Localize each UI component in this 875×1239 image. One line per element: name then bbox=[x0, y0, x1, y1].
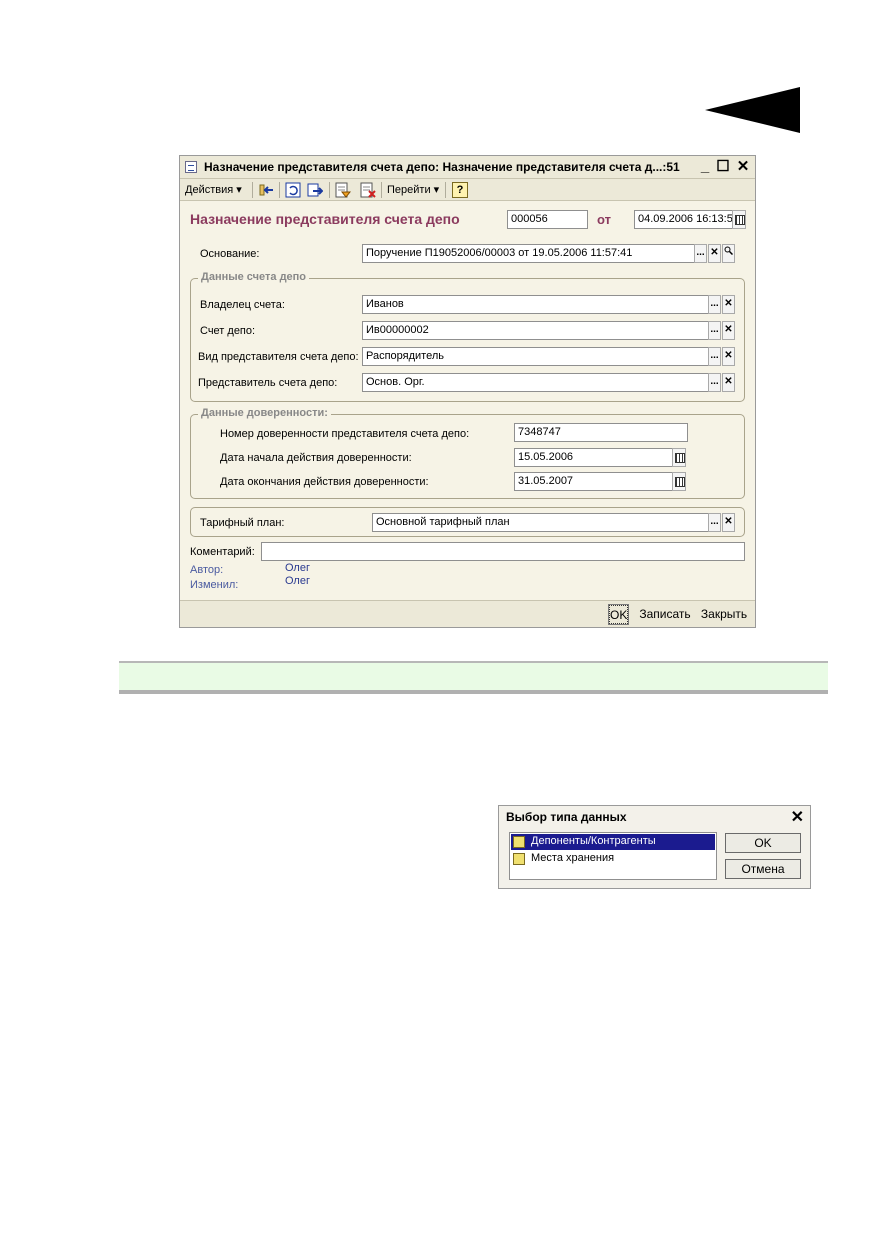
comment-field[interactable] bbox=[261, 542, 745, 561]
toolbar: Действия ▾ Перейти ▾ ? bbox=[180, 179, 755, 201]
rep-type-clear-button[interactable]: ✕ bbox=[722, 347, 735, 366]
account-field[interactable]: Ив00000002 bbox=[362, 321, 709, 340]
comment-label: Коментарий: bbox=[190, 546, 255, 558]
calendar-icon[interactable] bbox=[672, 448, 686, 467]
window-title: Назначение представителя счета депо: Наз… bbox=[204, 160, 680, 174]
rep-label: Представитель счета депо: bbox=[198, 377, 338, 389]
document-date-field[interactable]: 04.09.2006 16:13:5 bbox=[634, 210, 733, 229]
separator-bar bbox=[119, 661, 828, 694]
basis-field[interactable]: Поручение П19052006/00003 от 19.05.2006 … bbox=[362, 244, 695, 263]
account-label: Счет депо: bbox=[200, 325, 256, 337]
toolbar-separator bbox=[381, 182, 382, 198]
calendar-icon[interactable] bbox=[672, 472, 686, 491]
type-dialog-title: Выбор типа данных bbox=[506, 810, 627, 824]
rep-type-label: Вид представителя счета депо: bbox=[198, 351, 359, 363]
rep-clear-button[interactable]: ✕ bbox=[722, 373, 735, 392]
account-clear-button[interactable]: ✕ bbox=[722, 321, 735, 340]
close-button[interactable]: ✕ bbox=[734, 158, 752, 176]
date-from-label: от bbox=[597, 212, 611, 227]
list-item-label: Места хранения bbox=[531, 852, 615, 864]
document-number-field[interactable]: 000056 bbox=[507, 210, 588, 229]
magnifier-icon bbox=[724, 246, 734, 256]
catalog-icon bbox=[513, 836, 525, 848]
rep-select-button[interactable]: ... bbox=[708, 373, 721, 392]
tariff-select-button[interactable]: ... bbox=[708, 513, 721, 532]
go-to-icon[interactable] bbox=[307, 182, 323, 198]
list-item[interactable]: Депоненты/Контрагенты bbox=[511, 834, 715, 850]
changed-value: Олег bbox=[285, 575, 310, 587]
poa-end-field[interactable]: 31.05.2007 bbox=[514, 472, 673, 491]
unpost-document-icon[interactable] bbox=[360, 182, 376, 198]
basis-select-button[interactable]: ... bbox=[694, 244, 707, 263]
document-heading: Назначение представителя счета депо bbox=[190, 211, 460, 227]
poa-start-label: Дата начала действия доверенности: bbox=[220, 452, 412, 464]
account-select-button[interactable]: ... bbox=[708, 321, 721, 340]
save-button[interactable]: Записать bbox=[639, 605, 691, 624]
pointer-arrow-icon bbox=[705, 87, 800, 133]
type-selection-dialog: Выбор типа данных ✕ Депоненты/Контрагент… bbox=[498, 805, 811, 889]
type-ok-button[interactable]: OK bbox=[725, 833, 801, 853]
owner-select-button[interactable]: ... bbox=[708, 295, 721, 314]
calendar-icon[interactable] bbox=[732, 210, 746, 229]
toolbar-separator bbox=[329, 182, 330, 198]
poa-start-field[interactable]: 15.05.2006 bbox=[514, 448, 673, 467]
window-titlebar: Назначение представителя счета депо: Наз… bbox=[180, 156, 755, 179]
tariff-field[interactable]: Основной тарифный план bbox=[372, 513, 709, 532]
close-form-button[interactable]: Закрыть bbox=[700, 605, 748, 624]
poa-end-label: Дата окончания действия доверенности: bbox=[220, 476, 429, 488]
post-document-icon[interactable] bbox=[335, 182, 351, 198]
refresh-icon[interactable] bbox=[285, 182, 301, 198]
document-window: Назначение представителя счета депо: Наз… bbox=[179, 155, 756, 628]
catalog-icon bbox=[513, 853, 525, 865]
owner-clear-button[interactable]: ✕ bbox=[722, 295, 735, 314]
list-item-label: Депоненты/Контрагенты bbox=[531, 835, 656, 847]
poa-group-title: Данные доверенности: bbox=[198, 407, 331, 419]
ok-button[interactable]: OK bbox=[608, 604, 629, 625]
depo-account-group-title: Данные счета депо bbox=[198, 271, 310, 283]
owner-label: Владелец счета: bbox=[200, 299, 285, 311]
document-icon bbox=[185, 161, 197, 173]
poa-number-label: Номер доверенности представителя счета д… bbox=[220, 428, 470, 440]
tariff-clear-button[interactable]: ✕ bbox=[722, 513, 735, 532]
basis-clear-button[interactable]: ✕ bbox=[708, 244, 721, 263]
rep-field[interactable]: Основ. Орг. bbox=[362, 373, 709, 392]
poa-number-field[interactable]: 7348747 bbox=[514, 423, 688, 442]
toolbar-separator bbox=[445, 182, 446, 198]
author-label: Автор: bbox=[190, 564, 224, 576]
author-value: Олег bbox=[285, 562, 310, 574]
basis-open-button[interactable] bbox=[722, 244, 735, 263]
maximize-button[interactable]: ☐ bbox=[714, 158, 732, 176]
rep-type-select-button[interactable]: ... bbox=[708, 347, 721, 366]
actions-menu[interactable]: Действия ▾ bbox=[185, 183, 242, 196]
type-list: Депоненты/Контрагенты Места хранения bbox=[509, 832, 717, 880]
minimize-button[interactable]: _ bbox=[696, 158, 714, 176]
changed-label: Изменил: bbox=[190, 579, 239, 591]
toolbar-separator bbox=[252, 182, 253, 198]
toolbar-separator bbox=[279, 182, 280, 198]
help-icon[interactable]: ? bbox=[452, 182, 468, 198]
move-left-icon[interactable] bbox=[259, 182, 275, 198]
goto-menu[interactable]: Перейти ▾ bbox=[387, 183, 439, 196]
button-bar: OK Записать Закрыть bbox=[180, 600, 755, 627]
type-dialog-close-button[interactable]: ✕ bbox=[791, 807, 804, 827]
list-item[interactable]: Места хранения bbox=[511, 851, 715, 867]
basis-label: Основание: bbox=[200, 248, 260, 260]
rep-type-field[interactable]: Распорядитель bbox=[362, 347, 709, 366]
type-cancel-button[interactable]: Отмена bbox=[725, 859, 801, 879]
tariff-label: Тарифный план: bbox=[200, 517, 285, 529]
owner-field[interactable]: Иванов bbox=[362, 295, 709, 314]
